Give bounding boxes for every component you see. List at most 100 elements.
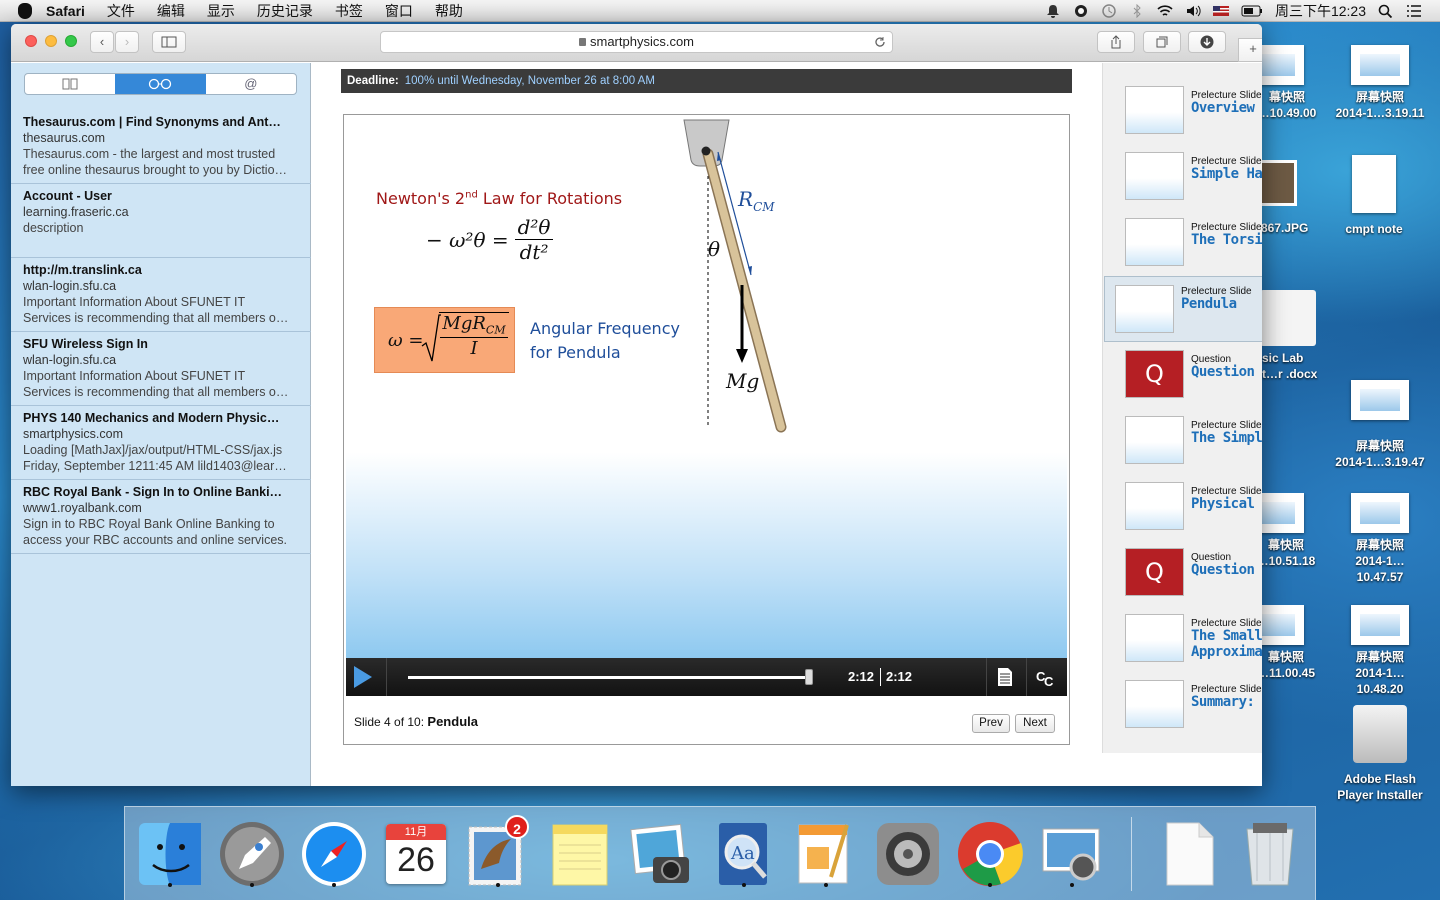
back-button[interactable]: ‹ [90,31,114,53]
menu-help[interactable]: 帮助 [435,1,463,21]
notification-center-icon[interactable] [1406,4,1422,18]
notification-bell-icon[interactable] [1045,4,1061,18]
safari-window: ‹ › smartphysics.com + @ Thesaurus.com |… [11,24,1262,786]
time-separator [880,668,881,686]
progress-knob[interactable] [805,669,813,685]
progress-track[interactable] [408,676,808,679]
item-url: www1.royalbank.com [23,501,142,515]
thumbnail-item[interactable]: Prelecture Slide Overview [1115,83,1262,139]
document-icon [1352,155,1396,213]
forward-button[interactable]: › [115,31,139,53]
dock-launchpad[interactable] [217,819,287,889]
bluetooth-icon[interactable] [1129,4,1145,18]
menu-bookmarks[interactable]: 书签 [335,1,363,21]
tab-shared-links[interactable]: @ [206,74,296,94]
desktop-flash-installer[interactable]: Adobe Flash Player Installer [1335,705,1425,803]
thumbnail-item[interactable]: Prelecture SlideThe Small AApproximat [1115,611,1262,667]
menu-app-name[interactable]: Safari [46,3,85,19]
deadline-label: Deadline: [347,75,399,87]
tabs-overview-button[interactable] [1143,31,1181,53]
tab-bookmarks[interactable] [25,74,115,94]
notes-icon[interactable] [997,667,1013,687]
list-item[interactable]: RBC Royal Bank - Sign In to Online Banki… [11,480,311,554]
share-button[interactable] [1097,31,1135,53]
dock-trash[interactable] [1235,819,1305,889]
thumbnail-item[interactable]: Prelecture SlideThe Simple [1115,413,1262,469]
menu-window[interactable]: 窗口 [385,1,413,21]
search-app-icon[interactable] [1073,4,1089,18]
dock-pages[interactable] [791,819,861,889]
image-capture-icon [630,823,689,883]
item-desc: Loading [MathJax]/jax/output/HTML-CSS/ja… [23,443,283,457]
thumbnail-image [1125,482,1184,530]
gravity-arrowhead [736,349,748,363]
tab-reading-list[interactable] [115,74,206,94]
thumbnail-item[interactable]: QuestionQuestion 2 [1115,545,1262,601]
desktop-screenshot-7[interactable]: 屏幕快照 2014-1…10.48.20 [1335,605,1425,697]
total-time: 2:12 [886,669,913,684]
elapsed-time: 2:12 [848,669,875,684]
screenshot-thumbnail [1351,45,1409,85]
menu-clock[interactable]: 周三下午12:23 [1275,1,1366,21]
thumb-title: Pendula [1181,296,1237,312]
list-item[interactable]: http://m.translink.ca wlan-login.sfu.ca Im… [11,258,311,332]
dock-image-capture[interactable] [627,819,697,889]
time-machine-icon[interactable] [1101,4,1117,18]
list-item[interactable]: PHYS 140 Mechanics and Modern Physic… sma… [11,406,311,480]
sidebar-toggle-button[interactable] [152,31,186,53]
prev-button[interactable]: Prev [972,714,1010,733]
running-indicator [168,883,172,887]
menu-history[interactable]: 历史记录 [257,1,313,21]
desktop-cmpt-note[interactable]: cmpt note [1329,155,1419,237]
battery-icon[interactable] [1241,4,1263,18]
system-preferences-icon [877,823,939,885]
spotlight-icon[interactable] [1378,4,1394,18]
menu-view[interactable]: 显示 [207,1,235,21]
zoom-window-button[interactable] [65,35,77,47]
downloads-button[interactable] [1188,31,1226,53]
thumbnail-item[interactable]: Prelecture SlideThe Torsion [1115,215,1262,271]
menu-bar: Safari 文件 编辑 显示 历史记录 书签 窗口 帮助 周三下午12:23 [0,0,1440,22]
dock-chrome[interactable] [955,819,1025,889]
thumbnail-item-active[interactable]: Prelecture Slide Pendula [1104,276,1262,342]
dock-mail[interactable]: 2 [463,815,533,889]
dock-stickies[interactable] [545,819,615,889]
thumbnail-image [1125,152,1184,200]
thumbnail-item[interactable]: Prelecture SlideSummary: T [1115,677,1262,733]
thumbnail-image [1125,86,1184,134]
address-bar[interactable]: smartphysics.com [380,31,893,53]
dock-finder[interactable] [135,819,205,889]
next-button[interactable]: Next [1015,714,1055,733]
dock-system-preferences[interactable] [873,819,943,889]
thumbnail-item[interactable]: Prelecture SlideSimple Harmonic [1115,149,1262,205]
desktop-screenshot-3[interactable]: 屏幕快照 2014-1…3.19.47 [1335,380,1425,470]
volume-icon[interactable] [1185,4,1201,18]
dock-document[interactable] [1155,819,1225,889]
menu-file[interactable]: 文件 [107,1,135,21]
us-flag-icon[interactable] [1212,4,1229,18]
reload-icon[interactable] [874,36,886,48]
thumbnail-item[interactable]: QuestionQuestion 1 [1115,347,1262,403]
menu-edit[interactable]: 编辑 [157,1,185,21]
play-button[interactable] [354,666,372,688]
new-tab-button[interactable]: + [1238,38,1262,62]
item-url: wlan-login.sfu.ca [23,353,117,367]
share-icon [1111,35,1121,49]
dock-calendar[interactable]: 11月 26 [381,819,451,889]
list-item[interactable]: SFU Wireless Sign In wlan-login.sfu.ca Imp… [11,332,311,406]
minimize-window-button[interactable] [45,35,57,47]
thumbnail-item[interactable]: Prelecture SlidePhysical Pe [1115,479,1262,535]
item-desc: Thesaurus.com - the largest and most tru… [23,147,276,161]
desktop-screenshot-5[interactable]: 屏幕快照 2014-1…10.47.57 [1335,493,1425,585]
dock-safari[interactable] [299,819,369,889]
apple-menu-icon[interactable] [18,2,32,19]
list-item[interactable]: Account - User learning.fraseric.ca descri… [11,184,311,258]
wifi-icon[interactable] [1157,4,1173,18]
list-item[interactable]: Thesaurus.com | Find Synonyms and Ant… th… [11,110,311,184]
close-window-button[interactable] [25,35,37,47]
finder-icon [139,823,201,885]
closed-captions-icon[interactable]: CC [1036,668,1058,688]
desktop-screenshot-2[interactable]: 屏幕快照 2014-1…3.19.11 [1335,45,1425,121]
dock-dictionary[interactable]: Aa [709,819,779,889]
dock-preview[interactable] [1037,819,1107,889]
